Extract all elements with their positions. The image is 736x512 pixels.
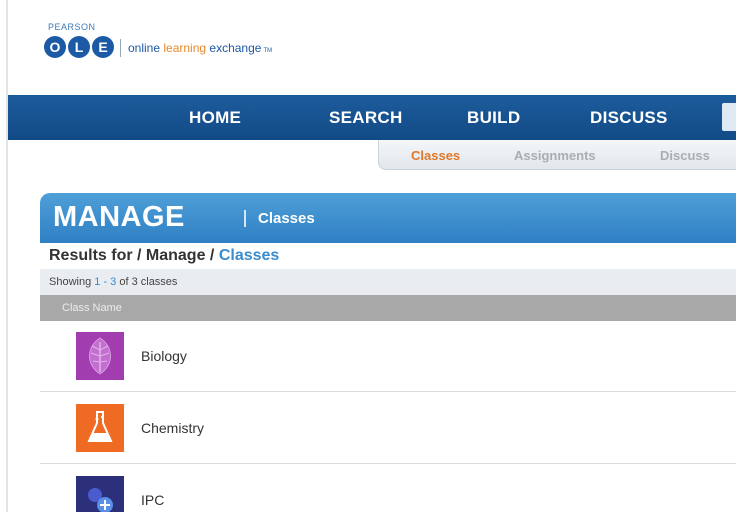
subnav-classes[interactable]: Classes	[411, 148, 460, 163]
nav-discuss[interactable]: DISCUSS	[590, 108, 668, 128]
nav-home[interactable]: HOME	[189, 108, 241, 128]
class-row-biology[interactable]: Biology	[40, 321, 736, 392]
manage-subtitle: Classes	[258, 210, 315, 227]
logo-tagline: online learning exchange TM	[128, 41, 272, 55]
column-header-class-name[interactable]: Class Name	[62, 302, 122, 314]
page-left-border	[6, 0, 8, 512]
logo-letter-e: E	[92, 36, 114, 58]
class-table-header: Class Name	[40, 295, 736, 321]
tagline-learning: learning	[163, 41, 207, 55]
trademark-mark: TM	[263, 48, 273, 54]
subnav-discuss[interactable]: Discuss	[660, 148, 710, 163]
class-list: Biology Chemistry IPC	[40, 321, 736, 512]
showing-range[interactable]: 1 - 3	[94, 276, 116, 288]
results-prefix: Results for / Manage /	[49, 247, 219, 264]
nav-build[interactable]: BUILD	[467, 108, 520, 128]
class-name-chemistry[interactable]: Chemistry	[141, 420, 204, 436]
top-navigation-bar: HOME SEARCH BUILD DISCUSS	[8, 95, 736, 140]
sub-navigation: Classes Assignments Discuss	[378, 140, 736, 170]
logo-letter-l: L	[68, 36, 90, 58]
showing-text: Showing 1 - 3 of 3 classes	[49, 276, 177, 288]
leaf-icon	[76, 332, 124, 380]
manage-title: MANAGE	[53, 201, 185, 233]
subnav-assignments[interactable]: Assignments	[514, 148, 596, 163]
tagline-exchange: exchange	[206, 41, 262, 55]
showing-suffix: of 3 classes	[119, 276, 178, 288]
pearson-brand-label: PEARSON	[48, 22, 96, 32]
class-name-biology[interactable]: Biology	[141, 348, 187, 364]
ole-letters: O L E	[44, 36, 114, 58]
molecule-icon	[76, 476, 124, 512]
nav-overflow-button[interactable]	[722, 103, 736, 131]
manage-header: MANAGE Classes	[40, 193, 736, 243]
class-name-ipc[interactable]: IPC	[141, 492, 164, 508]
page-frame: PEARSON O L E online learning exchange TM…	[0, 0, 736, 512]
beaker-icon	[76, 404, 124, 452]
class-row-chemistry[interactable]: Chemistry	[40, 392, 736, 464]
results-breadcrumb: Results for / Manage / Classes	[49, 247, 279, 265]
nav-search[interactable]: SEARCH	[329, 108, 403, 128]
logo-letter-o: O	[44, 36, 66, 58]
manage-separator	[244, 210, 246, 227]
showing-label: Showing	[49, 276, 92, 288]
logo-divider	[120, 39, 121, 57]
tagline-online: online	[128, 41, 164, 55]
results-current-link[interactable]: Classes	[219, 247, 280, 264]
class-row-ipc[interactable]: IPC	[40, 464, 736, 512]
showing-count-bar: Showing 1 - 3 of 3 classes	[40, 269, 736, 295]
